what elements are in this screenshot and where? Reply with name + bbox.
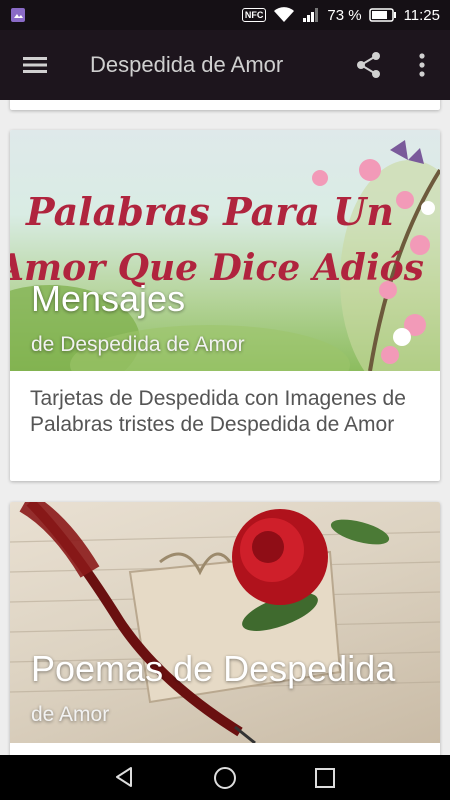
system-nav-bar (0, 755, 450, 800)
card-poemas[interactable]: Poemas de Despedida de Amor (10, 502, 440, 755)
home-icon[interactable] (212, 765, 238, 791)
card-list[interactable]: Palabras Para Un Amor Que Dice Adiós Men… (0, 100, 450, 755)
notification-gallery-icon (11, 8, 25, 22)
card-image[interactable]: Poemas de Despedida de Amor (10, 502, 440, 743)
previous-card-bottom[interactable] (10, 100, 440, 110)
share-icon[interactable] (354, 50, 384, 80)
card-description: Tarjetas de Despedida con Imagenes de Pa… (30, 387, 406, 436)
card-subtitle: de Amor (31, 703, 110, 726)
card-title: Poemas de Despedida (31, 648, 396, 689)
card-image[interactable]: Palabras Para Un Amor Que Dice Adiós Men… (10, 130, 440, 371)
back-icon[interactable] (112, 765, 136, 789)
menu-icon[interactable] (18, 52, 52, 78)
page-title: Despedida de Amor (90, 52, 284, 77)
nfc-icon: NFC (241, 8, 267, 22)
card-mensajes[interactable]: Palabras Para Un Amor Que Dice Adiós Men… (10, 130, 440, 481)
image-script-line1: Palabras Para Un (25, 189, 394, 234)
card-title: Mensajes (31, 278, 186, 319)
battery-percent: 73 % (327, 6, 362, 24)
more-options-icon[interactable] (412, 50, 432, 80)
recent-apps-icon[interactable] (314, 767, 336, 789)
status-indicators: NFC 73 % 11:25 (241, 0, 440, 30)
signal-icon (303, 8, 319, 22)
status-bar: NFC 73 % 11:25 (0, 0, 450, 30)
app-bar: Despedida de Amor (0, 30, 450, 100)
clock: 11:25 (403, 6, 440, 24)
battery-icon (368, 8, 396, 22)
wifi-icon (274, 7, 295, 22)
card-subtitle: de Despedida de Amor (31, 333, 245, 356)
